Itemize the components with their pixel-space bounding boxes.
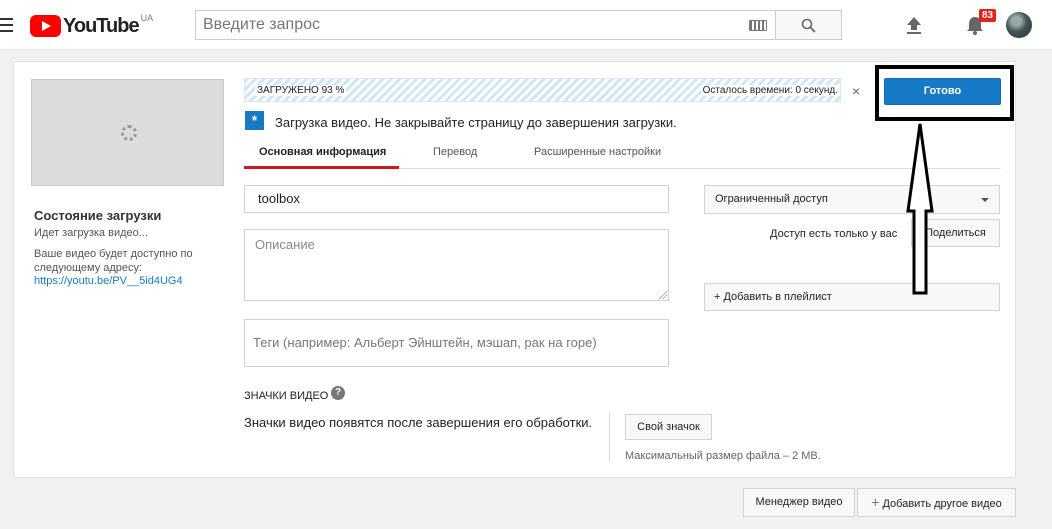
availability-text: Ваше видео будет доступно по следующему … xyxy=(34,248,193,274)
add-another-video-button[interactable]: + Добавить другое видео xyxy=(857,488,1016,517)
description-placeholder: Описание xyxy=(255,237,315,252)
max-file-size-text: Максимальный размер файла – 2 MB. xyxy=(625,450,821,462)
title-input[interactable]: toolbox xyxy=(244,185,669,213)
upload-card: Состояние загрузки Идет загрузка видео..… xyxy=(13,61,1016,478)
search-button[interactable] xyxy=(775,10,842,40)
tabs-bar: Основная информация Перевод Расширенные … xyxy=(244,139,1001,169)
upload-status-subtitle: Идет загрузка видео... xyxy=(34,227,148,239)
menu-icon[interactable] xyxy=(0,18,13,32)
search-box xyxy=(195,10,776,40)
add-to-playlist-button[interactable]: + Добавить в плейлист xyxy=(704,283,1000,311)
keyboard-icon[interactable] xyxy=(749,20,767,31)
divider xyxy=(609,412,610,462)
youtube-logo[interactable]: YouTube UA xyxy=(30,13,154,38)
thumbnails-title: ЗНАЧКИ ВИДЕО xyxy=(244,390,329,402)
logo-country: UA xyxy=(140,13,154,23)
upload-status-title: Состояние загрузки xyxy=(34,208,162,223)
up-arrow-annotation-icon xyxy=(906,123,934,295)
highlight-annotation-box xyxy=(875,65,1014,121)
access-text: Доступ есть только у вас xyxy=(770,228,898,240)
upload-progress-bar: ЗАГРУЖЕНО 93 % Осталось времени: 0 секун… xyxy=(244,78,841,102)
video-thumbnail xyxy=(31,79,224,186)
tags-input[interactable]: Теги (например: Альберт Эйнштейн, мэшап,… xyxy=(244,319,669,367)
avatar[interactable] xyxy=(1006,12,1032,38)
add-video-label: Добавить другое видео xyxy=(882,498,1002,510)
logo-text: YouTube xyxy=(63,15,140,37)
tab-translation[interactable]: Перевод xyxy=(433,146,477,158)
video-link[interactable]: https://youtu.be/PV__5id4UG4 xyxy=(34,275,183,287)
top-bar: YouTube UA 83 xyxy=(0,0,1052,50)
video-manager-button[interactable]: Менеджер видео xyxy=(743,488,855,517)
tab-advanced-settings[interactable]: Расширенные настройки xyxy=(534,146,661,158)
notifications-badge: 83 xyxy=(979,9,997,22)
upload-icon[interactable] xyxy=(904,15,924,35)
description-textarea[interactable]: Описание xyxy=(244,229,669,301)
play-logo-icon xyxy=(30,15,61,37)
tab-basic-info[interactable]: Основная информация xyxy=(259,146,386,158)
custom-thumbnail-button[interactable]: Свой значок xyxy=(625,414,712,440)
plus-icon: + xyxy=(871,494,880,510)
thumbnails-note: Значки видео появятся после завершения е… xyxy=(244,415,593,430)
search-icon xyxy=(801,18,816,33)
active-tab-underline xyxy=(244,166,399,169)
help-icon[interactable]: ? xyxy=(331,386,345,400)
search-input[interactable] xyxy=(196,11,736,39)
time-remaining: Осталось времени: 0 секунд. xyxy=(700,85,840,96)
privacy-select[interactable]: Ограниченный доступ xyxy=(704,185,1000,214)
progress-label: ЗАГРУЖЕНО 93 % xyxy=(255,85,347,96)
resize-handle-icon[interactable] xyxy=(659,291,667,299)
upload-info-text: Загрузка видео. Не закрывайте страницу д… xyxy=(275,115,677,130)
privacy-value: Ограниченный доступ xyxy=(715,193,828,205)
chevron-down-icon xyxy=(981,198,989,202)
loading-spinner-icon xyxy=(121,125,137,141)
cancel-upload-icon[interactable]: × xyxy=(852,83,860,99)
info-star-icon: * xyxy=(245,111,264,130)
